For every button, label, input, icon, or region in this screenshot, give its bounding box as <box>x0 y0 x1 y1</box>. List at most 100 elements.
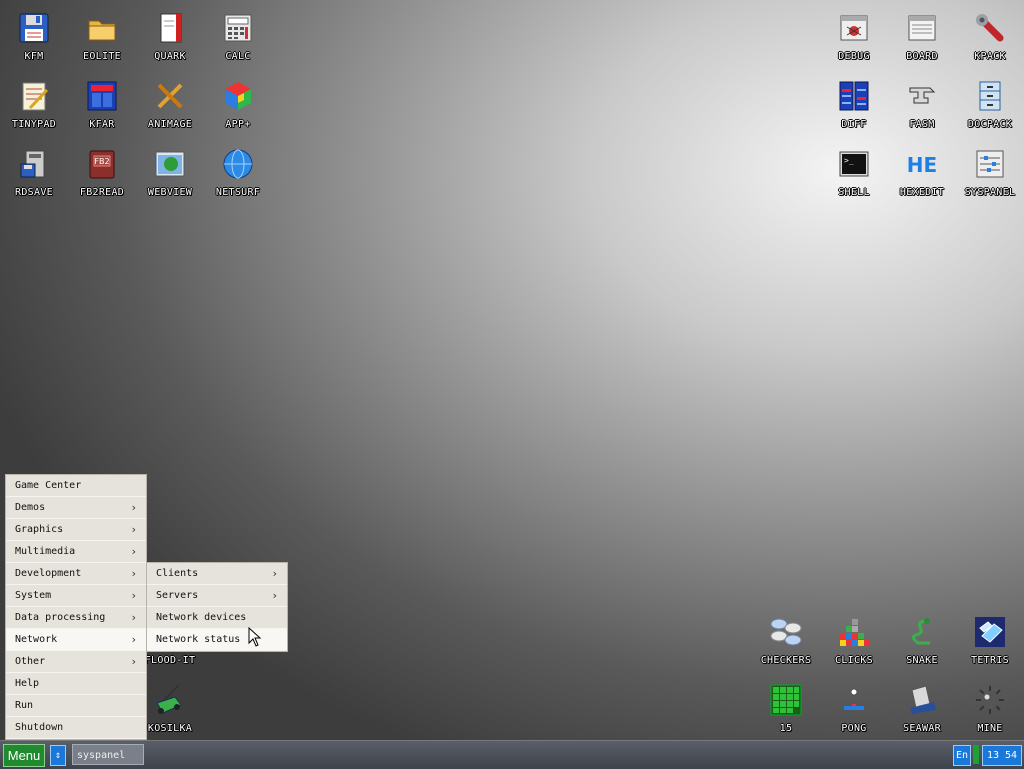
menu-item-run[interactable]: Run <box>6 695 146 717</box>
chevron-right-icon: › <box>130 545 137 558</box>
menu-item-label: Graphics <box>15 524 64 535</box>
menu-item-development[interactable]: Development › <box>6 563 146 585</box>
submenu-item-label: Network devices <box>156 612 247 623</box>
chevron-right-icon: › <box>130 611 137 624</box>
chevron-right-icon: › <box>130 523 137 536</box>
desktop-icon-debug[interactable]: DEBUG <box>820 4 888 72</box>
desktop-icon-label: APP+ <box>225 119 251 130</box>
desktop-icon-label: KFM <box>24 51 44 62</box>
window-switch-icon[interactable]: ⇕ <box>50 745 66 766</box>
anvil-icon <box>904 78 940 114</box>
mine-icon <box>972 682 1008 718</box>
sliders-icon <box>972 146 1008 182</box>
desktop-icon-kfm[interactable]: KFM <box>0 4 68 72</box>
desktop-icon-label: SHELL <box>838 187 870 198</box>
desktop-icon-diff[interactable]: DIFF <box>820 72 888 140</box>
menu-item-label: Data processing <box>15 612 106 623</box>
desktop-icon-shell[interactable]: >_ SHELL <box>820 140 888 208</box>
chevron-right-icon: › <box>130 589 137 602</box>
start-menu: Game Center Demos › Graphics › Multimedia ›… <box>5 474 147 740</box>
desktop-icon-board[interactable]: BOARD <box>888 4 956 72</box>
menu-item-multimedia[interactable]: Multimedia › <box>6 541 146 563</box>
menu-item-network[interactable]: Network › <box>6 629 146 651</box>
floppy-icon <box>16 10 52 46</box>
desktop-icon-clicks[interactable]: CLICKS <box>820 608 888 676</box>
desktop-icon-eolite[interactable]: EOLITE <box>68 4 136 72</box>
menu-item-graphics[interactable]: Graphics › <box>6 519 146 541</box>
menu-item-game-center[interactable]: Game Center <box>6 475 146 497</box>
grid-icon <box>768 682 804 718</box>
desktop-icon-label: EOLITE <box>83 51 121 62</box>
desktop-icon-tetris[interactable]: TETRIS <box>956 608 1024 676</box>
desktop-icon-label: BOARD <box>906 51 938 62</box>
desktop-icon-label: HEXEDIT <box>899 187 945 198</box>
tetris-icon <box>972 614 1008 650</box>
submenu-item-label: Clients <box>156 568 199 579</box>
pencil-icon <box>152 78 188 114</box>
submenu-item-network-status[interactable]: Network status <box>147 629 287 651</box>
desktop-icon-label: FLOOD-IT <box>144 655 196 666</box>
desktop-icon-rdsave[interactable]: RDSAVE <box>0 140 68 208</box>
desktop-icon-netsurf[interactable]: NETSURF <box>204 140 272 208</box>
desktop-icon-kfar[interactable]: KFAR <box>68 72 136 140</box>
desktop-icon-label: KPACK <box>974 51 1006 62</box>
desktop-icon-quark[interactable]: QUARK <box>136 4 204 72</box>
web-icon <box>152 146 188 182</box>
desktop-icon-calc[interactable]: CALC <box>204 4 272 72</box>
submenu-item-clients[interactable]: Clients › <box>147 563 287 585</box>
desktop-icon-label: NETSURF <box>215 187 261 198</box>
menu-item-demos[interactable]: Demos › <box>6 497 146 519</box>
menu-item-shutdown[interactable]: Shutdown <box>6 717 146 739</box>
desktop-icon-animage[interactable]: ANIMAGE <box>136 72 204 140</box>
menu-item-data-processing[interactable]: Data processing › <box>6 607 146 629</box>
desktop-icon-label: CLICKS <box>835 655 873 666</box>
desktop-icon-docpack[interactable]: DOCPACK <box>956 72 1024 140</box>
desktop-icon-syspanel[interactable]: SYSPANEL <box>956 140 1024 208</box>
submenu-item-servers[interactable]: Servers › <box>147 585 287 607</box>
snake-icon <box>904 614 940 650</box>
desktop-icon-webview[interactable]: WEBVIEW <box>136 140 204 208</box>
cabinet-icon <box>972 78 1008 114</box>
desktop-icon-kpack[interactable]: KPACK <box>956 4 1024 72</box>
menu-item-other[interactable]: Other › <box>6 651 146 673</box>
desktop-icon-checkers[interactable]: CHECKERS <box>752 608 820 676</box>
menu-item-label: System <box>15 590 52 601</box>
desktop-icon-label: DOCPACK <box>967 119 1013 130</box>
language-indicator[interactable]: En <box>953 745 971 766</box>
menu-item-label: Other <box>15 656 46 667</box>
taskbar-task-syspanel[interactable]: syspanel <box>72 744 144 765</box>
menu-button[interactable]: Menu <box>3 744 45 767</box>
desktop-icon-app-plus[interactable]: APP+ <box>204 72 272 140</box>
menu-item-system[interactable]: System › <box>6 585 146 607</box>
mouse-cursor-icon <box>248 626 262 650</box>
desktop-icon-snake[interactable]: SNAKE <box>888 608 956 676</box>
desktop-icon-mine[interactable]: MINE <box>956 676 1024 744</box>
desktop-icon-pong[interactable]: PONG <box>820 676 888 744</box>
network-submenu: Clients › Servers › Network devices Networ… <box>146 562 288 652</box>
file-manager-icon <box>84 78 120 114</box>
globe-icon <box>220 146 256 182</box>
hex-icon: HE <box>904 146 940 182</box>
menu-item-label: Help <box>15 678 40 689</box>
desktop-icon-label: FB2READ <box>79 187 125 198</box>
desktop-icon-seawar[interactable]: SEAWAR <box>888 676 956 744</box>
lawnmower-icon <box>152 682 188 718</box>
submenu-item-network-devices[interactable]: Network devices <box>147 607 287 629</box>
desktop-icon-label: WEBVIEW <box>147 187 193 198</box>
chevron-right-icon: › <box>130 655 137 668</box>
desktop-icon-label: SYSPANEL <box>964 187 1016 198</box>
desktop-icon-fasm[interactable]: FASM <box>888 72 956 140</box>
desktop-icon-hexedit[interactable]: HE HEXEDIT <box>888 140 956 208</box>
menu-item-help[interactable]: Help <box>6 673 146 695</box>
desktop-icon-label: TINYPAD <box>11 119 57 130</box>
terminal-icon: >_ <box>836 146 872 182</box>
clock[interactable]: 13 54 <box>982 745 1022 766</box>
pong-icon <box>836 682 872 718</box>
desktop-icon-tinypad[interactable]: TINYPAD <box>0 72 68 140</box>
desktop-icon-fb2read[interactable]: FB2 FB2READ <box>68 140 136 208</box>
desktop-icon-label: SEAWAR <box>903 723 941 734</box>
menu-item-label: Run <box>15 700 34 711</box>
desktop-icon-15[interactable]: 15 <box>752 676 820 744</box>
desktop-icon-label: CHECKERS <box>760 655 812 666</box>
tray-indicator[interactable] <box>973 745 979 764</box>
